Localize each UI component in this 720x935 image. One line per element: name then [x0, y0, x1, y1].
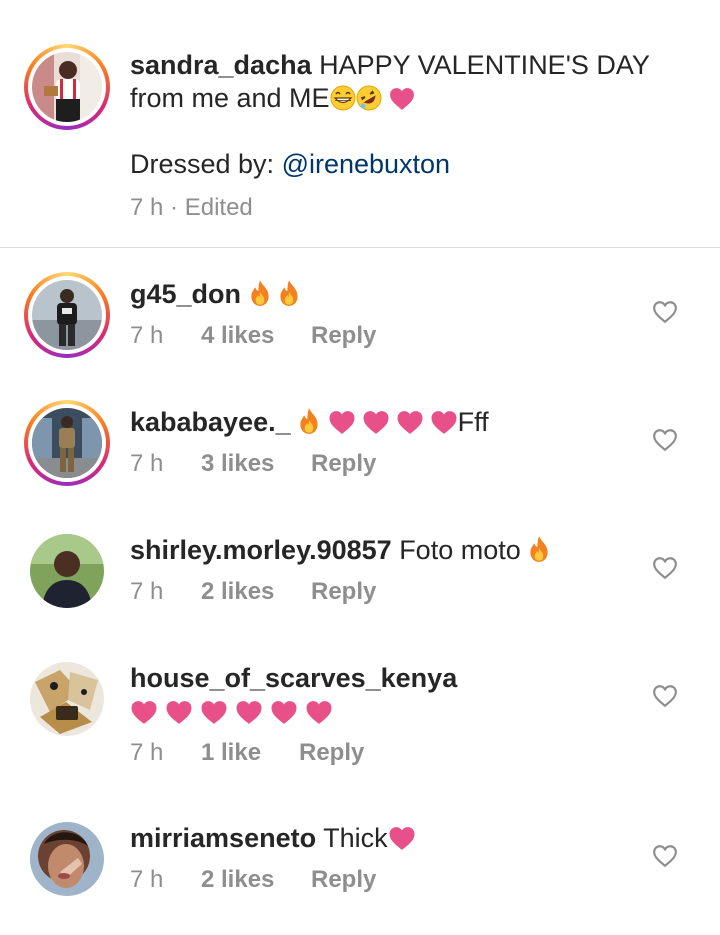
- comment-meta: 7 h 4 likes Reply: [130, 322, 376, 350]
- heart-outline-icon[interactable]: [652, 300, 678, 324]
- avatar-image: [32, 52, 102, 122]
- heart-emoji: [235, 700, 263, 725]
- reply-button[interactable]: Reply: [311, 450, 376, 478]
- caption-line-3: Dressed by: @irenebuxton: [130, 148, 450, 181]
- comment-item: g45_don 7 h 4 likes Reply: [0, 268, 720, 368]
- comment-item: mirriamseneto Thick 7 h 2 likes Reply: [0, 812, 720, 912]
- grin-emoji: [330, 85, 356, 111]
- reply-button[interactable]: Reply: [311, 866, 376, 894]
- caption-line-2: from me and ME: [130, 82, 415, 115]
- comment-body: Fff: [457, 407, 489, 437]
- heart-outline-icon[interactable]: [652, 844, 678, 868]
- comment-likes[interactable]: 3 likes: [201, 450, 311, 478]
- post-caption: sandra_dacha HAPPY VALENTINE'S DAY from …: [0, 0, 720, 248]
- caption-text-1: HAPPY VALENTINE'S DAY: [319, 50, 650, 80]
- comment-meta: 7 h 1 like Reply: [130, 739, 364, 767]
- comment-username[interactable]: kababayee._: [130, 407, 291, 437]
- comment-time: 7 h: [130, 739, 164, 766]
- commenter-avatar[interactable]: [24, 272, 110, 358]
- commenter-avatar[interactable]: [24, 528, 110, 614]
- comment-username[interactable]: shirley.morley.90857: [130, 535, 392, 565]
- fire-emoji: [528, 535, 550, 563]
- avatar-image: [32, 280, 102, 350]
- comment-text: kababayee._ Fff: [130, 406, 489, 439]
- comment-text: house_of_scarves_kenya: [130, 662, 457, 695]
- comment-text: shirley.morley.90857 Foto moto: [130, 534, 550, 567]
- heart-emoji: [328, 410, 356, 435]
- comment-time: 7 h: [130, 578, 164, 605]
- caption-text-2: from me and ME: [130, 83, 330, 113]
- heart-emoji: [305, 700, 333, 725]
- heart-emoji: [430, 410, 458, 435]
- dressed-by-label: Dressed by:: [130, 149, 282, 179]
- comment-item: shirley.morley.90857 Foto moto 7 h 2 like…: [0, 524, 720, 624]
- comment-time: 7 h: [130, 866, 164, 893]
- avatar-image: [30, 822, 104, 896]
- commenter-avatar[interactable]: [24, 400, 110, 486]
- comment-text: mirriamseneto Thick: [130, 822, 416, 855]
- avatar-image: [32, 408, 102, 478]
- reply-button[interactable]: Reply: [311, 578, 376, 606]
- commenter-avatar[interactable]: [24, 816, 110, 902]
- comment-likes[interactable]: 2 likes: [201, 866, 311, 894]
- comment-time: 7 h: [130, 450, 164, 477]
- heart-outline-icon[interactable]: [652, 428, 678, 452]
- mention-link[interactable]: @irenebuxton: [282, 149, 451, 179]
- comment-emoji-line: [130, 696, 333, 726]
- caption-avatar[interactable]: [24, 44, 110, 130]
- reply-button[interactable]: Reply: [311, 322, 376, 350]
- heart-emoji: [200, 700, 228, 725]
- comment-username[interactable]: g45_don: [130, 279, 241, 309]
- heart-emoji: [270, 700, 298, 725]
- heart-emoji: [388, 826, 416, 851]
- caption-username[interactable]: sandra_dacha: [130, 50, 312, 80]
- avatar-image: [30, 534, 104, 608]
- rofl-emoji: [356, 85, 382, 111]
- caption-line-1: sandra_dacha HAPPY VALENTINE'S DAY: [130, 49, 650, 82]
- caption-meta: 7 h · Edited: [130, 194, 253, 222]
- heart-emoji: [130, 700, 158, 725]
- comment-username[interactable]: house_of_scarves_kenya: [130, 663, 457, 693]
- comment-likes[interactable]: 1 like: [201, 739, 299, 767]
- avatar-image: [30, 662, 104, 736]
- heart-emoji: [389, 87, 415, 111]
- comment-body: Foto moto: [399, 535, 521, 565]
- comment-body: Thick: [323, 823, 388, 853]
- comment-item: house_of_scarves_kenya 7 h 1 like Reply: [0, 652, 720, 782]
- edited-label: Edited: [184, 194, 253, 221]
- heart-emoji: [362, 410, 390, 435]
- meta-separator: ·: [170, 194, 179, 221]
- caption-time: 7 h: [130, 194, 164, 221]
- fire-emoji: [249, 279, 271, 307]
- heart-outline-icon[interactable]: [652, 684, 678, 708]
- fire-emoji: [298, 407, 320, 435]
- comment-username[interactable]: mirriamseneto: [130, 823, 316, 853]
- heart-outline-icon[interactable]: [652, 556, 678, 580]
- heart-emoji: [165, 700, 193, 725]
- comment-meta: 7 h 2 likes Reply: [130, 578, 376, 606]
- comment-item: kababayee._ Fff 7 h 3 likes Reply: [0, 396, 720, 496]
- reply-button[interactable]: Reply: [299, 739, 364, 767]
- fire-emoji: [278, 279, 300, 307]
- comment-time: 7 h: [130, 322, 164, 349]
- comment-likes[interactable]: 4 likes: [201, 322, 311, 350]
- comment-text: g45_don: [130, 278, 300, 311]
- comment-meta: 7 h 2 likes Reply: [130, 866, 376, 894]
- comment-likes[interactable]: 2 likes: [201, 578, 311, 606]
- comment-meta: 7 h 3 likes Reply: [130, 450, 376, 478]
- commenter-avatar[interactable]: [24, 656, 110, 742]
- heart-emoji: [396, 410, 424, 435]
